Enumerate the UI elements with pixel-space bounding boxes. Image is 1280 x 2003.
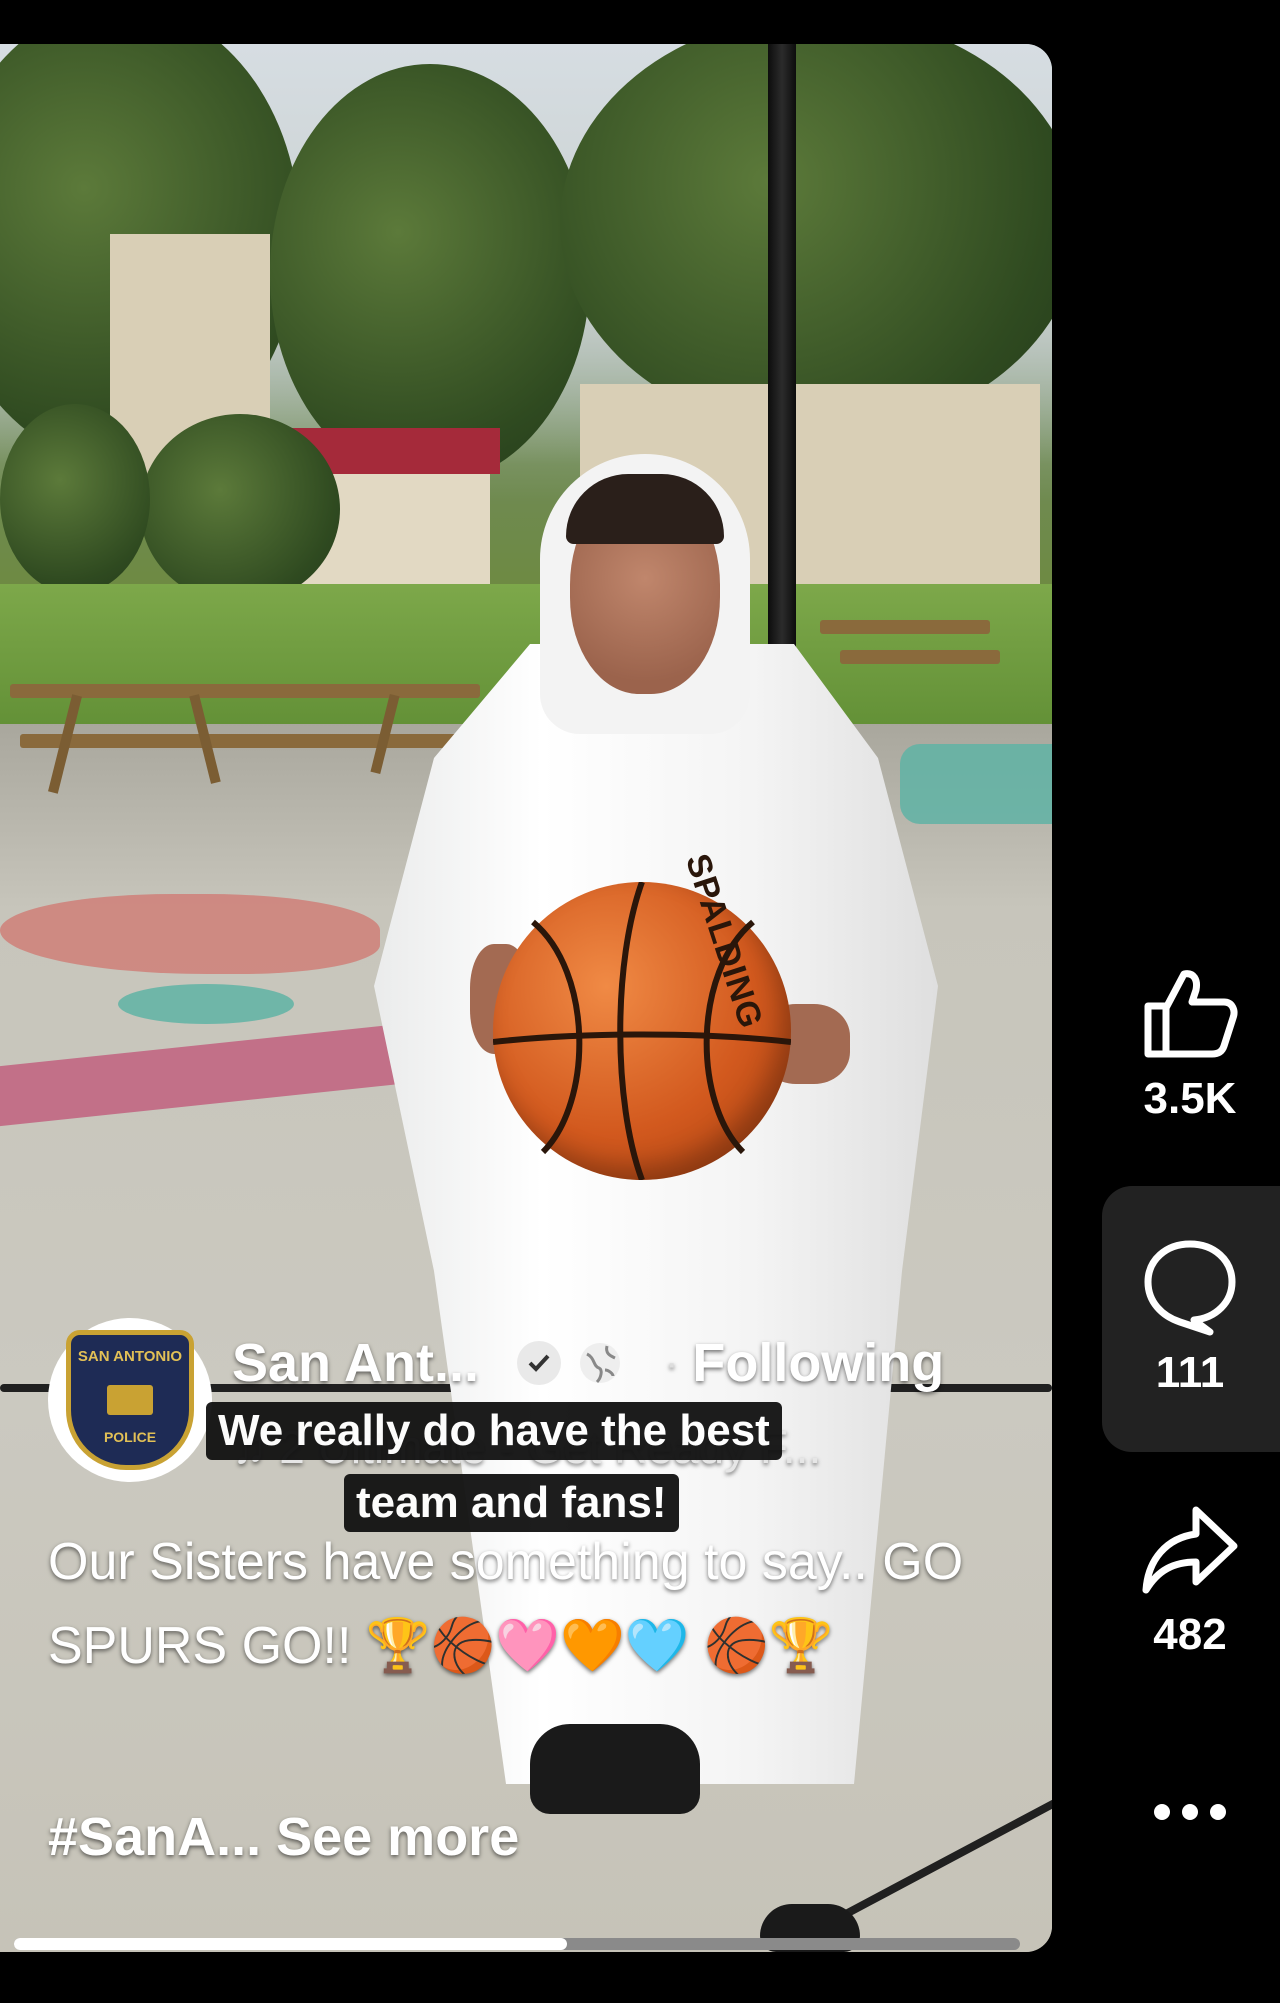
basketball: SPALDING	[493, 849, 791, 1180]
comment-button[interactable]: 111	[1100, 1236, 1280, 1398]
comment-icon	[1144, 1240, 1236, 1336]
post-caption: Our Sisters have something to say.. GO S…	[48, 1533, 964, 1675]
badge-bottom-text: POLICE	[103, 1429, 157, 1445]
video-tree	[140, 414, 340, 604]
comment-count: 111	[1155, 1348, 1225, 1397]
globe-icon	[577, 1340, 623, 1386]
separator-dot: ·	[665, 1340, 679, 1385]
thumbs-up-icon	[1144, 970, 1238, 1058]
more-options-button[interactable]	[1100, 1800, 1280, 1824]
picnic-table	[840, 650, 1000, 664]
court-paint	[118, 984, 294, 1024]
more-icon	[1154, 1804, 1226, 1820]
video-tree	[0, 404, 150, 594]
video-tree	[270, 64, 590, 484]
badge-emblem	[107, 1385, 153, 1415]
share-count: 482	[1153, 1610, 1227, 1659]
hashtag-row: #SanA... See more	[48, 1806, 519, 1868]
basketball-pole	[768, 44, 796, 664]
video-progress-bar[interactable]	[14, 1938, 1020, 1950]
hashtag-link[interactable]: #SanA...	[48, 1807, 261, 1867]
following-button[interactable]: Following	[692, 1332, 944, 1394]
overlay-caption-line1: We really do have the best	[206, 1402, 782, 1460]
verified-icon	[517, 1341, 562, 1385]
video-progress-fill	[14, 1938, 568, 1950]
author-avatar[interactable]: SAN ANTONIO POLICE	[48, 1318, 212, 1482]
badge-top-text: SAN ANTONIO	[77, 1348, 183, 1365]
police-badge-logo: SAN ANTONIO POLICE	[66, 1330, 194, 1470]
picnic-table	[820, 620, 990, 634]
see-more-link[interactable]: See more	[276, 1807, 519, 1867]
like-button[interactable]: 3.5K	[1100, 966, 1280, 1124]
share-button[interactable]: 482	[1100, 1502, 1280, 1660]
author-row: San Ant... · Following	[232, 1332, 944, 1394]
picnic-table	[20, 734, 460, 748]
author-name[interactable]: San Ant...	[232, 1332, 479, 1394]
nun-shoe	[530, 1724, 700, 1814]
share-icon	[1142, 1506, 1238, 1594]
court-paint	[900, 744, 1052, 824]
like-count: 3.5K	[1143, 1074, 1237, 1123]
